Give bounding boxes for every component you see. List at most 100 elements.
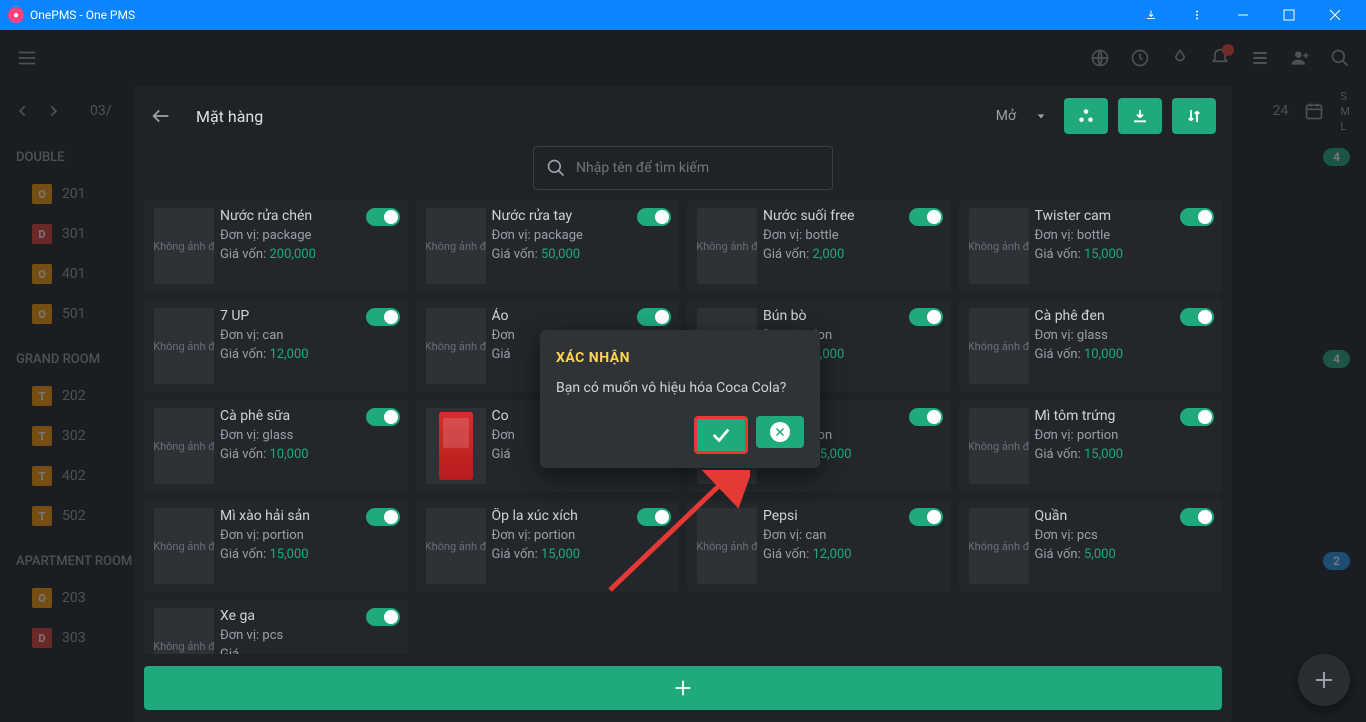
room-status-badge: D <box>32 628 52 648</box>
item-card[interactable]: Không ảnh đQuầnĐơn vị: pcsGiá vốn: 5,000 <box>959 500 1223 592</box>
item-card[interactable]: Không ảnh đ7 UPĐơn vị: canGiá vốn: 12,00… <box>144 300 408 392</box>
item-no-image: Không ảnh đ <box>697 208 757 284</box>
download-icon[interactable] <box>1128 0 1174 30</box>
item-no-image: Không ảnh đ <box>697 508 757 584</box>
item-no-image: Không ảnh đ <box>426 208 486 284</box>
filter-dropdown[interactable]: Mở <box>988 108 1054 124</box>
item-card[interactable]: Không ảnh đỐp la xúc xíchĐơn vị: portion… <box>416 500 680 592</box>
room-number: 301 <box>62 226 86 242</box>
back-button[interactable] <box>150 105 172 127</box>
item-price: Giá vốn: 10,000 <box>1035 347 1213 362</box>
item-no-image: Không ảnh đ <box>154 408 214 484</box>
item-no-image: Không ảnh đ <box>154 508 214 584</box>
item-price: Giá vốn: 50,000 <box>492 247 670 262</box>
item-price: Giá vốn: 12,000 <box>763 547 941 562</box>
item-card[interactable]: Không ảnh đNước suối freeĐơn vị: bottleG… <box>687 200 951 292</box>
item-unit: Đơn vị: bottle <box>763 228 941 243</box>
hamburger-icon[interactable] <box>16 47 38 69</box>
list-icon[interactable] <box>1250 48 1270 68</box>
room-number: 401 <box>62 266 86 282</box>
item-card[interactable]: Không ảnh đPepsiĐơn vị: canGiá vốn: 12,0… <box>687 500 951 592</box>
item-card[interactable]: Không ảnh đMì xào hải sảnĐơn vị: portion… <box>144 500 408 592</box>
item-price: Giá vốn: 15,000 <box>1035 247 1213 262</box>
item-card[interactable]: Không ảnh đCà phê đenĐơn vị: glassGiá vố… <box>959 300 1223 392</box>
item-price: Giá vốn: 15,000 <box>1035 447 1213 462</box>
minimize-button[interactable] <box>1220 0 1266 30</box>
size-s[interactable]: S <box>1340 90 1350 103</box>
item-unit: Đơn vị: portion <box>1035 428 1213 443</box>
item-toggle[interactable] <box>909 508 943 526</box>
close-button[interactable] <box>1312 0 1358 30</box>
item-toggle[interactable] <box>1180 208 1214 226</box>
room-number: 201 <box>62 186 86 202</box>
room-number: 302 <box>62 428 86 444</box>
item-card[interactable]: Không ảnh đTwister camĐơn vị: bottleGiá … <box>959 200 1223 292</box>
sort-button[interactable] <box>1172 98 1216 134</box>
search-box[interactable] <box>533 146 833 190</box>
room-number: 303 <box>62 630 86 646</box>
section-count: 4 <box>1323 148 1350 166</box>
confirm-message: Bạn có muốn vô hiệu hóa Coca Cola? <box>556 380 804 396</box>
item-toggle[interactable] <box>1180 508 1214 526</box>
confirm-cancel-button[interactable] <box>756 416 804 448</box>
item-unit: Đơn vị: glass <box>220 428 398 443</box>
item-toggle[interactable] <box>637 308 671 326</box>
check-icon <box>710 424 732 446</box>
item-toggle[interactable] <box>366 508 400 526</box>
item-toggle[interactable] <box>909 308 943 326</box>
item-toggle[interactable] <box>366 208 400 226</box>
item-card[interactable]: Không ảnh đNước rửa chénĐơn vị: packageG… <box>144 200 408 292</box>
fab-add-button[interactable] <box>1298 654 1350 706</box>
more-icon[interactable] <box>1174 0 1220 30</box>
item-unit: Đơn vị: portion <box>220 528 398 543</box>
add-user-icon[interactable] <box>1290 48 1310 68</box>
item-card[interactable]: Không ảnh đCà phê sữaĐơn vị: glassGiá vố… <box>144 400 408 492</box>
item-toggle[interactable] <box>637 508 671 526</box>
item-no-image: Không ảnh đ <box>426 508 486 584</box>
app-icon: ● <box>8 7 24 23</box>
confirm-ok-button[interactable] <box>694 416 748 454</box>
item-card[interactable]: Không ảnh đNước rửa tayĐơn vị: packageGi… <box>416 200 680 292</box>
category-button[interactable] <box>1064 98 1108 134</box>
globe-icon[interactable] <box>1090 48 1110 68</box>
room-status-badge: O <box>32 264 52 284</box>
app-header <box>0 30 1366 86</box>
room-status-badge: T <box>32 466 52 486</box>
search-icon[interactable] <box>1330 48 1350 68</box>
bell-icon[interactable] <box>1210 48 1230 68</box>
date-right: 24 <box>1273 103 1289 119</box>
item-toggle[interactable] <box>366 608 400 626</box>
calendar-icon[interactable] <box>1304 101 1324 121</box>
item-card[interactable]: Không ảnh đMì tôm trứngĐơn vị: portionGi… <box>959 400 1223 492</box>
item-unit: Đơn vị: glass <box>1035 328 1213 343</box>
item-toggle[interactable] <box>909 408 943 426</box>
room-status-badge: O <box>32 304 52 324</box>
notification-badge <box>1222 44 1234 56</box>
item-price: Giá <box>220 647 398 654</box>
search-input[interactable] <box>576 160 820 176</box>
item-unit: Đơn vị: can <box>220 328 398 343</box>
app-title: OnePMS - One PMS <box>30 8 135 22</box>
download-button[interactable] <box>1118 98 1162 134</box>
prev-day-button[interactable] <box>16 104 30 118</box>
item-toggle[interactable] <box>1180 308 1214 326</box>
item-no-image: Không ảnh đ <box>969 208 1029 284</box>
room-number: 502 <box>62 508 86 524</box>
add-item-button[interactable] <box>144 666 1222 710</box>
item-toggle[interactable] <box>366 308 400 326</box>
item-toggle[interactable] <box>366 408 400 426</box>
item-no-image: Không ảnh đ <box>154 608 214 654</box>
size-m[interactable]: M <box>1340 105 1350 118</box>
clock-icon[interactable] <box>1130 48 1150 68</box>
item-toggle[interactable] <box>637 208 671 226</box>
item-price: Giá vốn: 15,000 <box>492 547 670 562</box>
item-card[interactable]: Không ảnh đXe gaĐơn vị: pcsGiá <box>144 600 408 654</box>
item-no-image: Không ảnh đ <box>154 308 214 384</box>
water-icon[interactable] <box>1170 48 1190 68</box>
section-count: 2 <box>1323 552 1350 570</box>
next-day-button[interactable] <box>46 104 60 118</box>
size-l[interactable]: L <box>1340 120 1350 133</box>
item-toggle[interactable] <box>909 208 943 226</box>
item-toggle[interactable] <box>1180 408 1214 426</box>
maximize-button[interactable] <box>1266 0 1312 30</box>
